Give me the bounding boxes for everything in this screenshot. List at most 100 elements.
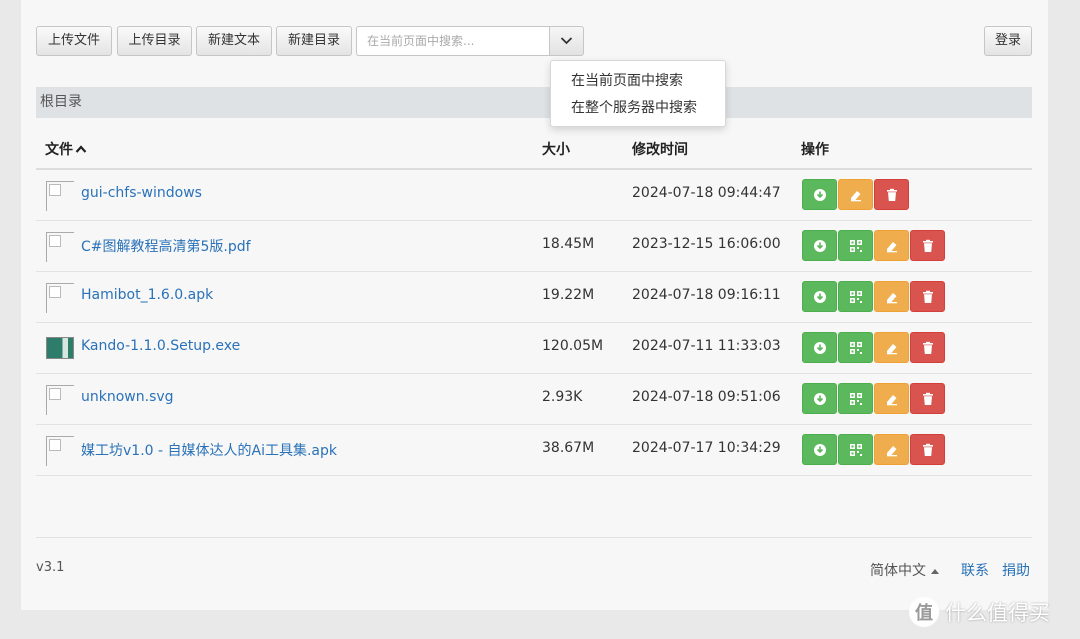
login-button[interactable]: 登录 (984, 26, 1032, 56)
broken-image-icon (46, 385, 74, 415)
download-icon (813, 341, 827, 355)
file-modified-time: 2024-07-18 09:44:47 (632, 185, 781, 201)
download-icon (813, 392, 827, 406)
main-panel: 上传文件 上传目录 新建文本 新建目录 登录 根目录 文件 大小 修改时间 操作… (21, 0, 1048, 610)
download-button[interactable] (802, 179, 837, 210)
file-name-link[interactable]: unknown.svg (81, 389, 174, 405)
rename-button[interactable] (874, 230, 909, 261)
qrcode-button[interactable] (838, 230, 873, 261)
broken-image-icon (46, 181, 74, 211)
file-size: 18.45M (542, 236, 595, 252)
search-mode-dropdown: 在当前页面中搜索 在整个服务器中搜索 (550, 60, 726, 127)
version-label: v3.1 (36, 560, 65, 575)
table-row: gui-chfs-windows 2024-07-18 09:44:47 (36, 170, 1032, 221)
footer-divider (36, 537, 1032, 538)
rename-icon (849, 188, 863, 202)
delete-button[interactable] (910, 230, 945, 261)
column-header-size[interactable]: 大小 (542, 139, 570, 159)
file-name-link[interactable]: C#图解教程高清第5版.pdf (81, 236, 251, 256)
trash-icon (885, 188, 899, 202)
upload-directory-button[interactable]: 上传目录 (117, 26, 192, 56)
file-size: 19.22M (542, 287, 595, 303)
rename-button[interactable] (874, 383, 909, 414)
table-row: C#图解教程高清第5版.pdf 18.45M 2023-12-15 16:06:00 (36, 221, 1032, 272)
search-input[interactable] (356, 26, 549, 56)
rename-button[interactable] (874, 332, 909, 363)
rename-icon (885, 443, 899, 457)
trash-icon (921, 341, 935, 355)
download-icon (813, 239, 827, 253)
table-row: Kando-1.1.0.Setup.exe 120.05M 2024-07-11 1… (36, 323, 1032, 374)
file-modified-time: 2024-07-11 11:33:03 (632, 338, 781, 354)
file-size: 120.05M (542, 338, 604, 354)
file-size: 38.67M (542, 440, 595, 456)
delete-button[interactable] (874, 179, 909, 210)
new-text-button[interactable]: 新建文本 (196, 26, 272, 56)
broken-image-icon (46, 436, 74, 466)
trash-icon (921, 392, 935, 406)
download-button[interactable] (802, 281, 837, 312)
rename-icon (885, 290, 899, 304)
qrcode-button[interactable] (838, 383, 873, 414)
chevron-up-icon (75, 145, 87, 153)
download-icon (813, 443, 827, 457)
download-button[interactable] (802, 230, 837, 261)
trash-icon (921, 239, 935, 253)
qrcode-icon (849, 239, 863, 253)
file-modified-time: 2023-12-15 16:06:00 (632, 236, 781, 252)
file-modified-time: 2024-07-18 09:16:11 (632, 287, 781, 303)
search-whole-server-option[interactable]: 在整个服务器中搜索 (571, 97, 697, 117)
file-size: 2.93K (542, 389, 583, 405)
delete-button[interactable] (910, 281, 945, 312)
delete-button[interactable] (910, 434, 945, 465)
rename-icon (885, 392, 899, 406)
download-button[interactable] (802, 383, 837, 414)
caret-up-icon (931, 569, 940, 574)
download-button[interactable] (802, 332, 837, 363)
download-icon (813, 290, 827, 304)
file-modified-time: 2024-07-18 09:51:06 (632, 389, 781, 405)
breadcrumb[interactable]: 根目录 (36, 87, 1032, 118)
upload-file-button[interactable]: 上传文件 (36, 26, 112, 56)
watermark: 值 什么值得买 (909, 595, 1050, 629)
qrcode-button[interactable] (838, 332, 873, 363)
file-name-link[interactable]: gui-chfs-windows (81, 185, 202, 201)
qrcode-icon (849, 341, 863, 355)
delete-button[interactable] (910, 383, 945, 414)
donate-link[interactable]: 捐助 (1002, 560, 1030, 580)
new-directory-button[interactable]: 新建目录 (276, 26, 352, 56)
file-modified-time: 2024-07-17 10:34:29 (632, 440, 781, 456)
delete-button[interactable] (910, 332, 945, 363)
file-name-link[interactable]: 媒工坊v1.0 - 自媒体达人的Ai工具集.apk (81, 440, 337, 460)
download-icon (813, 188, 827, 202)
trash-icon (921, 290, 935, 304)
rename-button[interactable] (874, 281, 909, 312)
download-button[interactable] (802, 434, 837, 465)
column-header-modified[interactable]: 修改时间 (632, 139, 688, 159)
search-mode-toggle[interactable] (549, 26, 584, 56)
file-name-link[interactable]: Hamibot_1.6.0.apk (81, 287, 213, 303)
toolbar: 上传文件 上传目录 新建文本 新建目录 登录 (36, 26, 1033, 58)
qrcode-button[interactable] (838, 434, 873, 465)
contact-link[interactable]: 联系 (961, 560, 989, 580)
watermark-logo-icon: 值 (909, 597, 939, 627)
qrcode-icon (849, 290, 863, 304)
file-name-link[interactable]: Kando-1.1.0.Setup.exe (81, 338, 240, 354)
watermark-text: 什么值得买 (945, 601, 1050, 625)
qrcode-button[interactable] (838, 281, 873, 312)
column-header-actions: 操作 (801, 142, 829, 158)
chevron-down-icon (560, 37, 573, 45)
rename-button[interactable] (838, 179, 873, 210)
table-row: Hamibot_1.6.0.apk 19.22M 2024-07-18 09:16:… (36, 272, 1032, 323)
broken-image-icon (46, 283, 74, 313)
table-header: 文件 大小 修改时间 操作 (36, 131, 1032, 170)
trash-icon (921, 443, 935, 457)
column-header-name[interactable]: 文件 (45, 139, 87, 159)
rename-icon (885, 341, 899, 355)
language-select[interactable]: 简体中文 (870, 560, 940, 580)
search-current-page-option[interactable]: 在当前页面中搜索 (571, 70, 683, 90)
app-thumbnail-icon (46, 337, 74, 359)
qrcode-icon (849, 443, 863, 457)
qrcode-icon (849, 392, 863, 406)
rename-button[interactable] (874, 434, 909, 465)
